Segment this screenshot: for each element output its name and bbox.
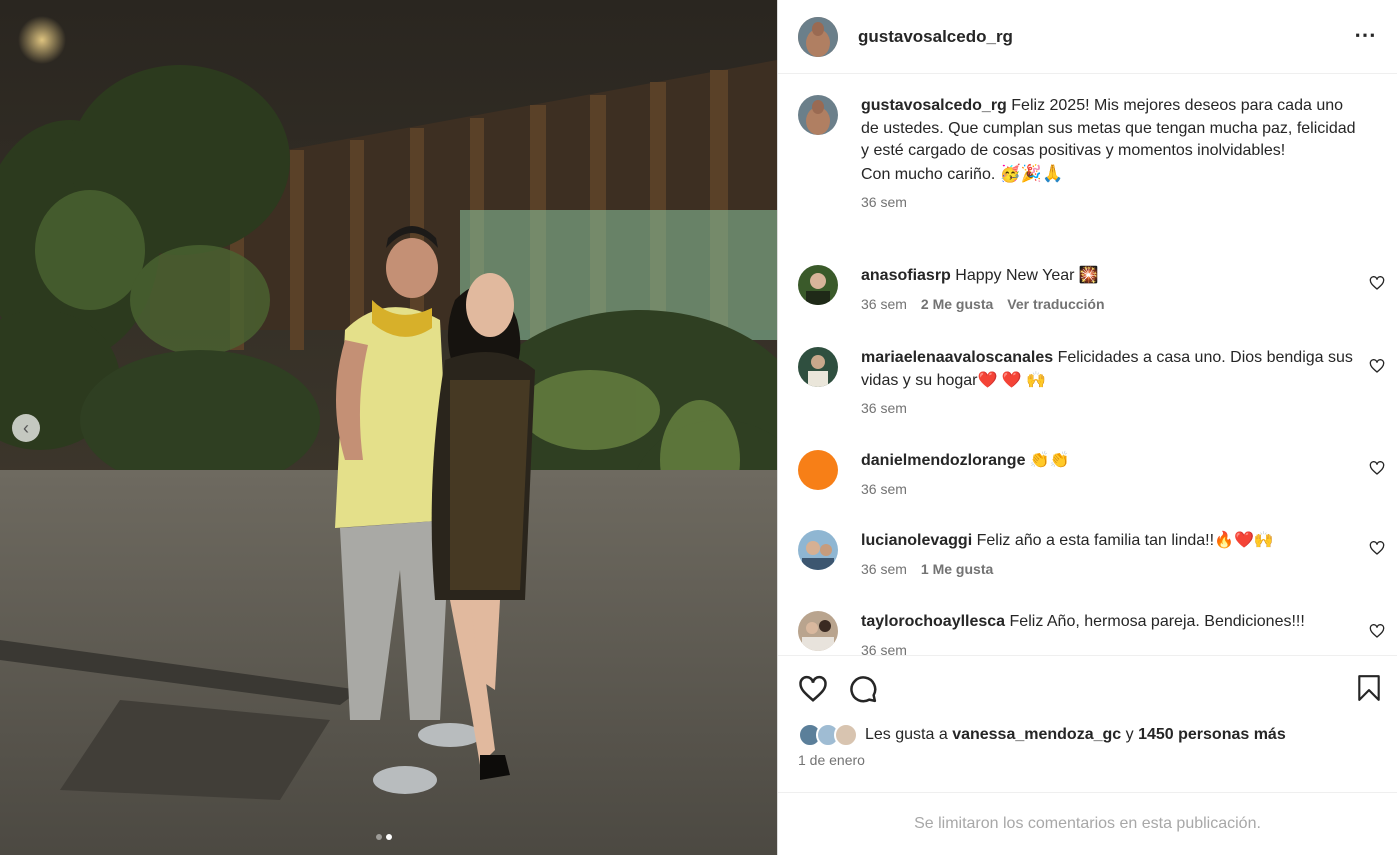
comments-limited-notice: Se limitaron los comentarios en esta pub… [778, 792, 1397, 855]
carousel-prev-button[interactable]: ‹ [12, 414, 40, 442]
comment-bubble-icon[interactable] [848, 674, 878, 704]
comment-like-heart-icon[interactable] [1369, 540, 1385, 556]
comment-like-heart-icon[interactable] [1369, 623, 1385, 639]
liker-avatar [834, 723, 858, 747]
post-panel: gustavosalcedo_rg ⋯ gustavosalcedo_rg Fe… [777, 0, 1397, 855]
save-bookmark-icon[interactable] [1356, 674, 1382, 702]
comment-like-heart-icon[interactable] [1369, 275, 1385, 291]
commenter-username[interactable]: danielmendozlorange [861, 452, 1025, 469]
commenter-avatar[interactable] [798, 611, 838, 651]
commenter-username[interactable]: anasofiasrp [861, 267, 951, 284]
post-media: ‹ [0, 0, 777, 855]
comment-time[interactable]: 36 sem [861, 481, 907, 497]
commenter-avatar[interactable] [798, 530, 838, 570]
comment-like-heart-icon[interactable] [1369, 460, 1385, 476]
comment-time[interactable]: 36 sem [861, 642, 907, 656]
comment-likes[interactable]: 2 Me gusta [921, 296, 993, 312]
likes-connector: y [1125, 726, 1134, 743]
like-heart-icon[interactable] [798, 674, 828, 704]
likes-user[interactable]: vanessa_mendoza_gc [952, 726, 1121, 743]
comment-text: 👏👏 [1029, 452, 1070, 469]
carousel-indicator [376, 834, 392, 840]
author-username[interactable]: gustavosalcedo_rg [858, 27, 1013, 47]
comments-list[interactable]: gustavosalcedo_rg Feliz 2025! Mis mejore… [778, 75, 1397, 655]
caption-closing: Con mucho cariño. [861, 165, 996, 183]
post-photo [0, 0, 777, 855]
post-date[interactable]: 1 de enero [798, 752, 865, 768]
caption-emojis: 🥳🎉🙏 [999, 163, 1064, 183]
likes-others[interactable]: 1450 personas más [1138, 726, 1286, 743]
comment-text: Happy New Year 🎇 [955, 267, 1099, 284]
commenter-username[interactable]: lucianolevaggi [861, 532, 972, 549]
comment-likes[interactable]: 1 Me gusta [921, 561, 993, 577]
comment-text: Feliz año a esta familia tan linda!!🔥❤️🙌 [976, 532, 1274, 549]
comment-item: taylorochoayllesca Feliz Año, hermosa pa… [798, 611, 1378, 655]
comment-text: Feliz Año, hermosa pareja. Bendiciones!!… [1009, 613, 1305, 630]
carousel-dot [376, 834, 382, 840]
commenter-avatar[interactable] [798, 347, 838, 387]
commenter-avatar[interactable] [798, 450, 838, 490]
commenter-username[interactable]: mariaelenaavaloscanales [861, 349, 1053, 366]
caption-time[interactable]: 36 sem [861, 194, 907, 210]
comment-time[interactable]: 36 sem [861, 561, 907, 577]
see-translation-link[interactable]: Ver traducción [1007, 296, 1104, 312]
likes-summary[interactable]: Les gusta a vanessa_mendoza_gc y 1450 pe… [798, 723, 1286, 747]
caption-username[interactable]: gustavosalcedo_rg [861, 97, 1007, 114]
comment-time[interactable]: 36 sem [861, 400, 907, 416]
post-header: gustavosalcedo_rg ⋯ [778, 0, 1397, 74]
likes-prefix: Les gusta a [865, 726, 948, 743]
commenter-username[interactable]: taylorochoayllesca [861, 613, 1005, 630]
chevron-left-icon: ‹ [23, 417, 29, 438]
comment-item: anasofiasrp Happy New Year 🎇 36 sem 2 Me… [798, 265, 1378, 312]
author-avatar[interactable] [798, 95, 838, 135]
commenter-avatar[interactable] [798, 265, 838, 305]
caption: gustavosalcedo_rg Feliz 2025! Mis mejore… [798, 95, 1378, 210]
comment-time[interactable]: 36 sem [861, 296, 907, 312]
liker-avatars [798, 723, 860, 747]
comment-item: mariaelenaavaloscanales Felicidades a ca… [798, 347, 1378, 416]
more-options-icon[interactable]: ⋯ [1354, 22, 1377, 48]
post-actions [778, 655, 1397, 722]
author-avatar[interactable] [798, 16, 838, 57]
carousel-dot-active [386, 834, 392, 840]
comment-like-heart-icon[interactable] [1369, 358, 1385, 374]
comment-item: danielmendozlorange 👏👏 36 sem [798, 450, 1378, 497]
comment-item: lucianolevaggi Feliz año a esta familia … [798, 530, 1378, 577]
